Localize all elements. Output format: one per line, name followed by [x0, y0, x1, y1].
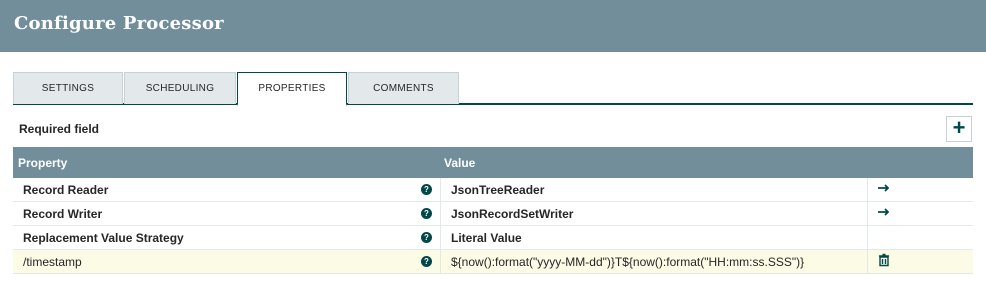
tab-comments[interactable]: COMMENTS	[348, 72, 459, 104]
table-row[interactable]: Replacement Value Strategy ? Literal Val…	[13, 226, 973, 250]
table-header: Property Value	[13, 147, 973, 178]
arrow-right-icon[interactable]	[877, 181, 891, 197]
property-name: Record Writer	[23, 207, 103, 221]
property-name: Replacement Value Strategy	[23, 231, 184, 245]
table-row[interactable]: Record Reader ? JsonTreeReader	[13, 178, 973, 202]
table-row[interactable]: /timestamp ? ${now():format("yyyy-MM-dd"…	[13, 250, 973, 274]
property-value[interactable]: JsonTreeReader	[451, 183, 544, 197]
help-icon[interactable]: ?	[421, 208, 432, 219]
dialog-header: Configure Processor	[0, 0, 986, 52]
column-divider	[440, 202, 441, 226]
column-divider	[440, 226, 441, 250]
column-header-property: Property	[18, 156, 68, 170]
column-divider	[440, 250, 441, 274]
arrow-right-icon[interactable]	[877, 205, 891, 221]
column-divider	[867, 202, 868, 226]
help-icon[interactable]: ?	[421, 256, 432, 267]
column-divider	[867, 178, 868, 202]
help-icon[interactable]: ?	[421, 232, 432, 243]
property-name: Record Reader	[23, 183, 109, 197]
column-divider	[867, 226, 868, 250]
property-value[interactable]: ${now():format("yyyy-MM-dd")}T${now():fo…	[451, 255, 804, 269]
property-value[interactable]: Literal Value	[451, 231, 522, 245]
trash-icon[interactable]	[877, 253, 891, 269]
plus-icon: +	[952, 115, 966, 140]
column-divider	[867, 250, 868, 274]
column-divider	[440, 178, 441, 202]
tab-scheduling[interactable]: SCHEDULING	[124, 72, 236, 104]
add-property-button[interactable]: +	[946, 116, 972, 142]
properties-table: Property Value Record Reader ? JsonTreeR…	[13, 147, 973, 274]
help-icon[interactable]: ?	[421, 184, 432, 195]
column-header-value: Value	[444, 156, 476, 170]
table-row[interactable]: Record Writer ? JsonRecordSetWriter	[13, 202, 973, 226]
dialog-title: Configure Processor	[14, 13, 224, 34]
required-field-label: Required field	[19, 122, 100, 136]
property-value[interactable]: JsonRecordSetWriter	[451, 207, 573, 221]
tab-bar: SETTINGS SCHEDULING PROPERTIES COMMENTS	[13, 72, 973, 106]
tab-settings[interactable]: SETTINGS	[13, 72, 123, 104]
property-name: /timestamp	[23, 255, 82, 269]
tab-properties[interactable]: PROPERTIES	[237, 72, 347, 106]
